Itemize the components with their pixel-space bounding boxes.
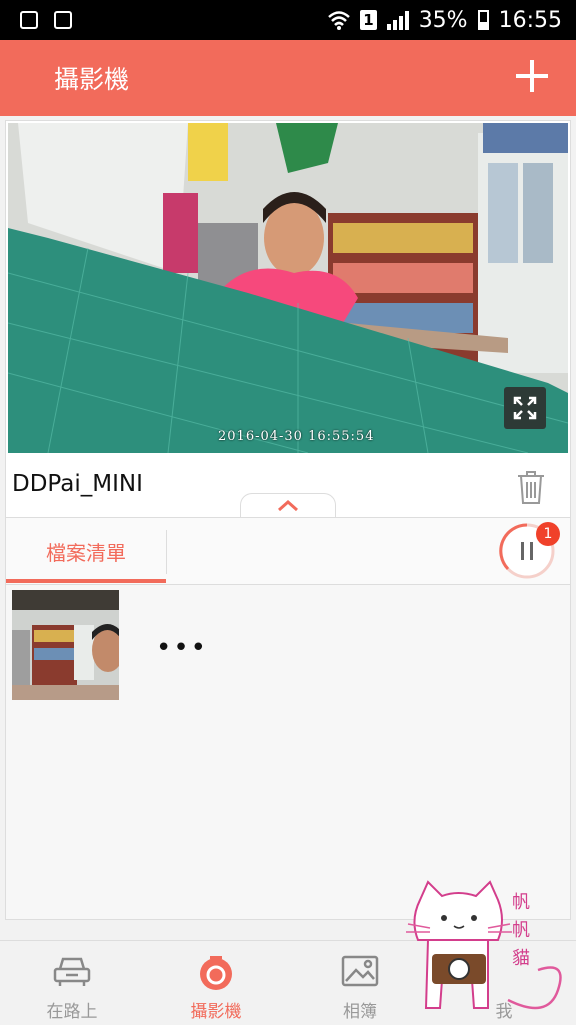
clock: 16:55 (498, 7, 562, 33)
signal-icon (386, 10, 409, 30)
wifi-icon (328, 11, 351, 30)
page-title: 攝影機 (54, 65, 130, 94)
tab-separator (166, 530, 167, 574)
email-notification-icon (20, 11, 38, 29)
watermark-text-3: 貓 (512, 948, 530, 969)
nav-camera-label: 攝影機 (190, 1002, 242, 1022)
nav-camera[interactable]: 攝影機 (144, 941, 288, 1025)
battery-percent: 35% (418, 7, 468, 33)
trash-icon[interactable] (516, 469, 546, 505)
video-timestamp: 2016-04-30 16:55:54 (218, 429, 375, 444)
collapse-toggle[interactable] (240, 493, 336, 517)
tab-file-list-label: 檔案清單 (46, 540, 126, 565)
cat-watermark-logo: 帆 帆 貓 (406, 880, 562, 1010)
live-preview[interactable]: 2016-04-30 16:55:54 (8, 123, 568, 453)
video-thumbnail[interactable] (12, 590, 119, 700)
battery-icon (477, 10, 489, 30)
camera-icon (200, 956, 232, 990)
status-bar: 1 35% 16:55 (0, 0, 576, 40)
tabs-row: 檔案清單 1 (6, 518, 570, 584)
notification-badge: 1 (536, 522, 560, 546)
camera-scene-image (8, 123, 568, 453)
tab-file-list[interactable]: 檔案清單 (6, 518, 166, 584)
car-icon (53, 957, 91, 986)
more-button[interactable]: ••• (156, 633, 208, 663)
watermark-text-2: 帆 (512, 920, 530, 941)
add-device-button[interactable] (514, 58, 550, 94)
file-list: ••• (6, 585, 570, 919)
tab-indicator (6, 579, 166, 583)
album-icon (341, 955, 379, 987)
expand-icon (513, 396, 537, 420)
chevron-up-icon (278, 500, 298, 512)
camera-card: 2016-04-30 16:55:54 DDPai_MINI 檔案清單 1 ••… (5, 120, 571, 920)
thumbnail-image (12, 590, 119, 700)
nav-on-the-road[interactable]: 在路上 (0, 941, 144, 1025)
watermark-text-1: 帆 (512, 892, 530, 913)
sim-icon: 1 (360, 10, 377, 30)
image-notification-icon (54, 11, 72, 29)
app-bar: 攝影機 (0, 40, 576, 116)
device-name: DDPai_MINI (12, 471, 143, 497)
nav-on-the-road-label: 在路上 (46, 1002, 98, 1022)
fullscreen-button[interactable] (504, 387, 546, 429)
